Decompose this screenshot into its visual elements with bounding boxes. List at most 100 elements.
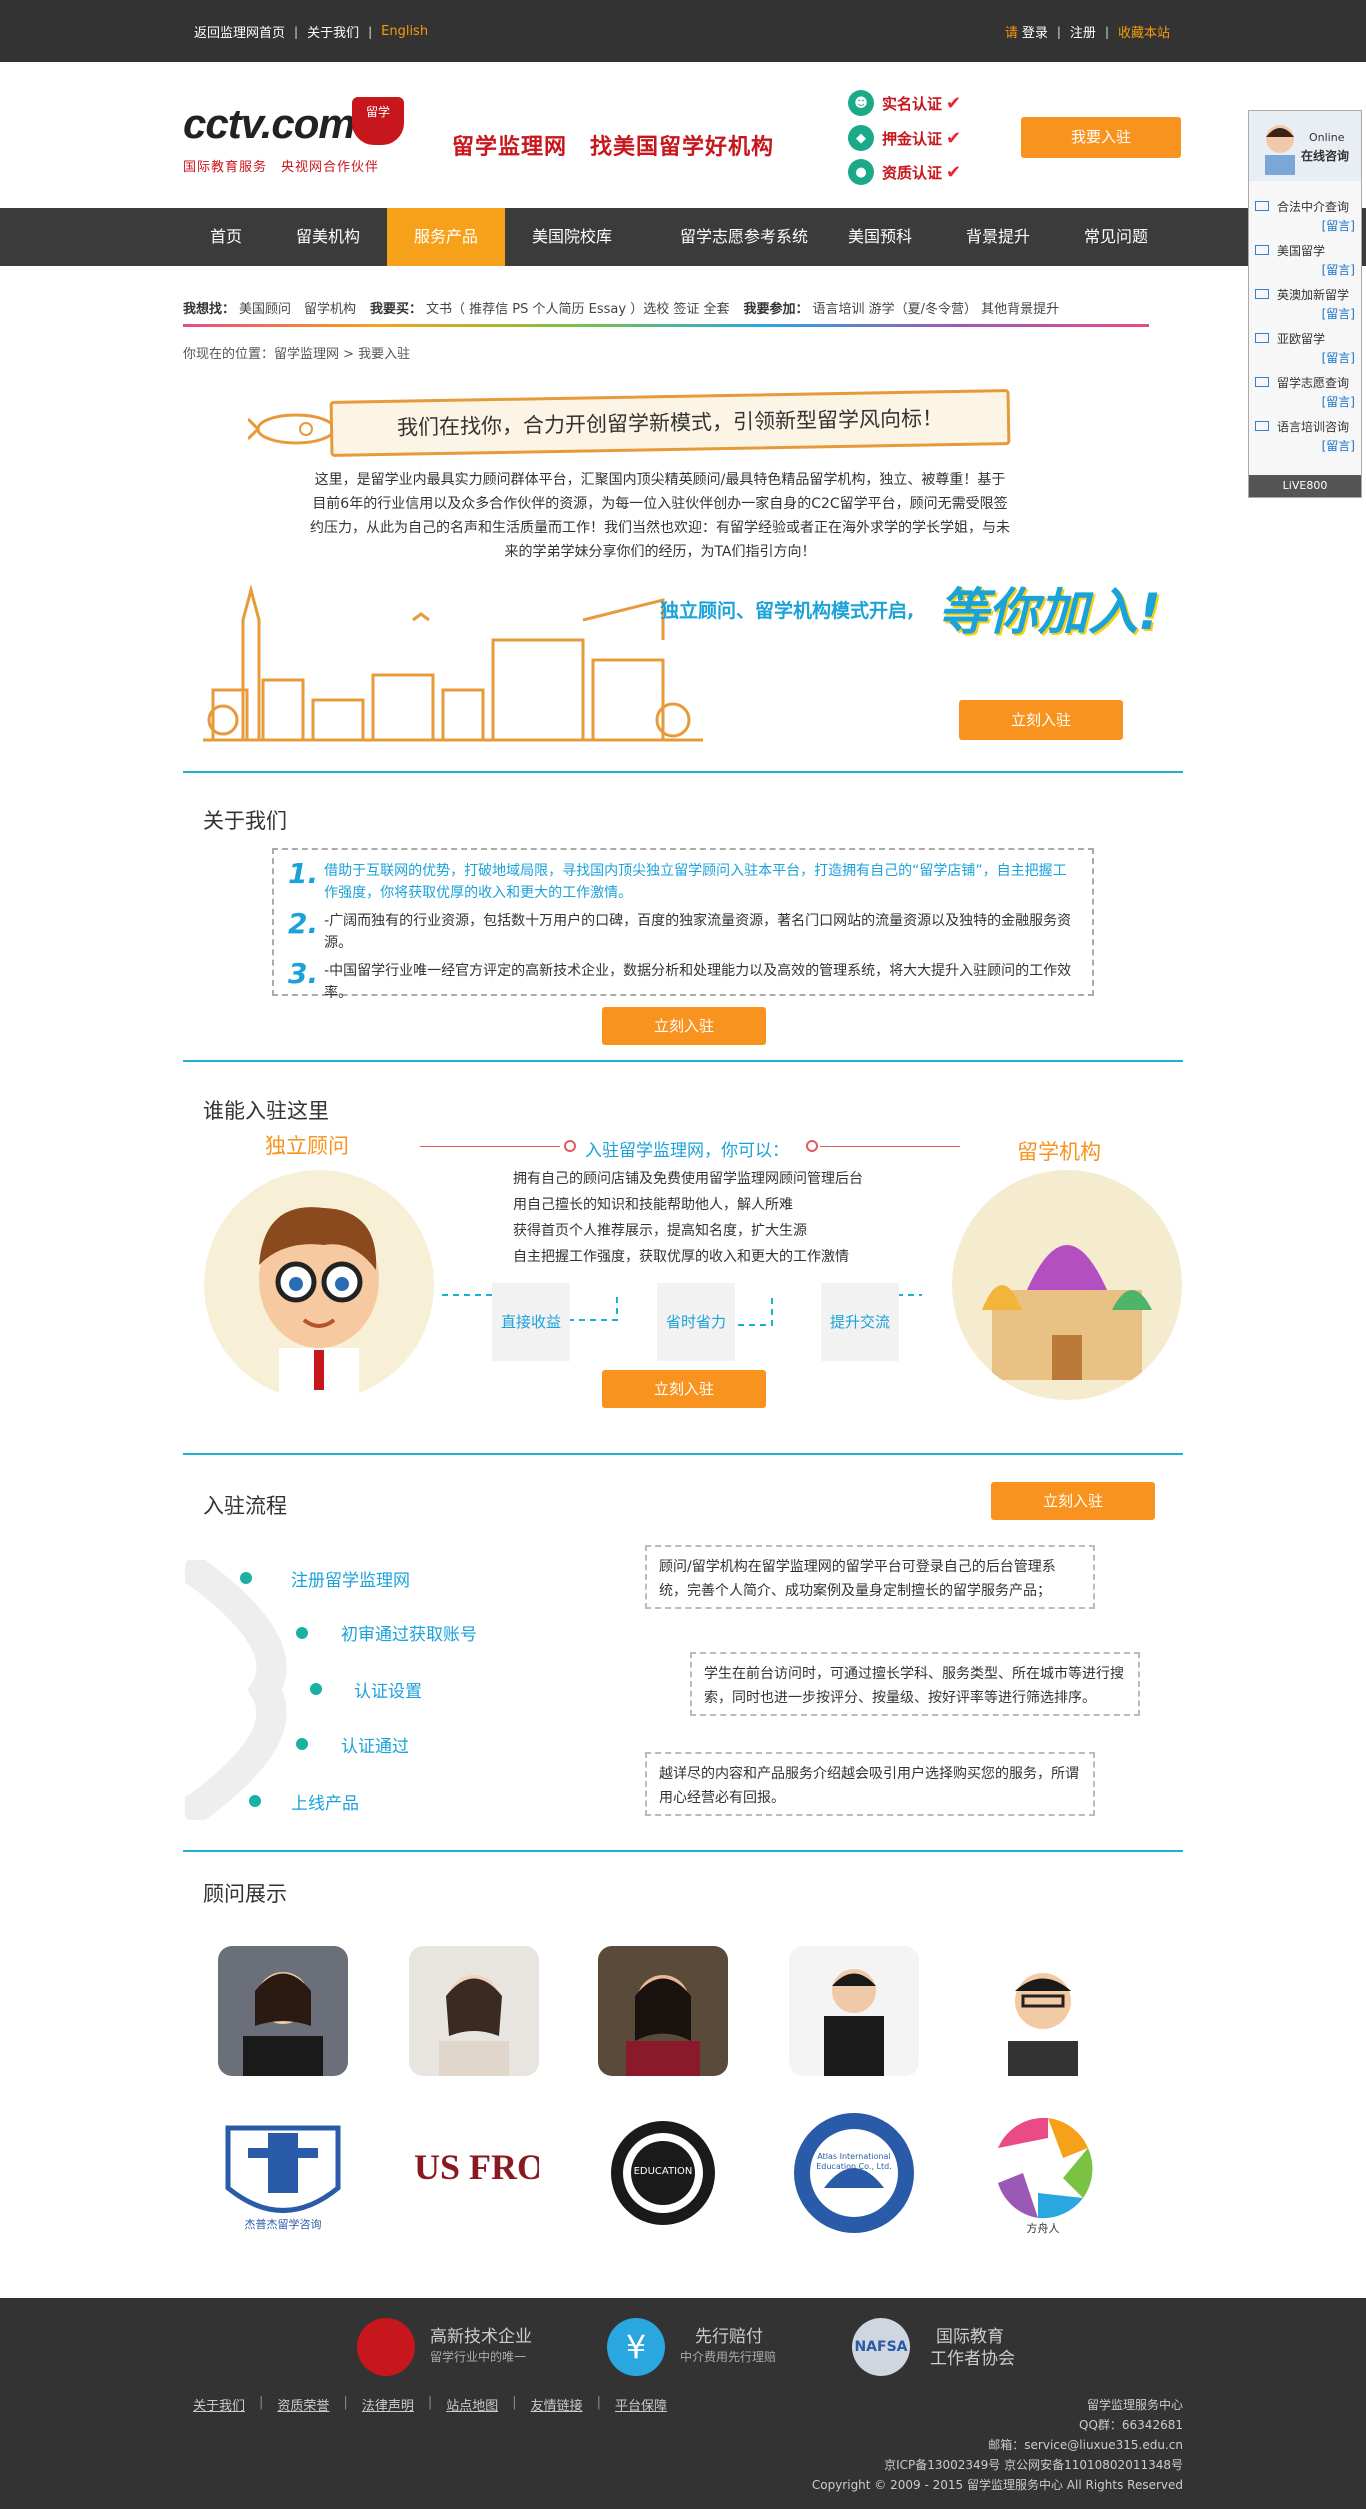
- item-number: 2.: [288, 907, 319, 940]
- item-text: -广阔而独有的行业资源，包括数十万用户的口碑，百度的独家流量资源，著名门口网站的…: [324, 913, 1072, 951]
- divider: |: [596, 2395, 602, 2410]
- divider: |: [368, 24, 373, 39]
- consult-item[interactable]: 英澳加新留学: [1249, 283, 1361, 305]
- nav-agencies[interactable]: 留美机构: [283, 208, 373, 266]
- advisor-avatar[interactable]: [218, 1946, 348, 2076]
- flow-step-2: 初审通过获取账号: [341, 1625, 477, 1645]
- envelope-icon: [1255, 421, 1269, 431]
- consult-item[interactable]: 留学志愿查询: [1249, 371, 1361, 393]
- flow-step-4: 认证通过: [341, 1737, 409, 1757]
- nav-home[interactable]: 首页: [190, 208, 262, 266]
- section-divider: [183, 1850, 1183, 1852]
- flow-dot: [296, 1738, 308, 1750]
- footer-link[interactable]: 友情链接: [531, 2395, 583, 2414]
- message-link[interactable]: [留言]: [1249, 261, 1361, 283]
- login-link[interactable]: 登录: [1022, 22, 1048, 41]
- rainbow-divider: [183, 324, 1149, 327]
- envelope-icon: [1255, 245, 1269, 255]
- consult-item-label: 亚欧留学: [1277, 331, 1326, 346]
- flow-dot: [296, 1627, 308, 1639]
- shield-icon: ◆: [848, 125, 874, 151]
- footer-link[interactable]: 平台保障: [615, 2395, 667, 2414]
- consult-header[interactable]: Online 在线咨询: [1249, 111, 1361, 181]
- nav-background[interactable]: 背景提升: [952, 208, 1044, 266]
- header-join-button[interactable]: 我要入驻: [1021, 117, 1181, 158]
- hightech-badge-icon: [357, 2318, 415, 2376]
- main-nav: 首页 留美机构 服务产品 美国院校库 留学志愿参考系统 美国预科 背景提升 常见…: [0, 208, 1366, 266]
- message-link[interactable]: [留言]: [1249, 393, 1361, 415]
- nav-schools[interactable]: 美国院校库: [520, 208, 624, 266]
- partner-logo-1[interactable]: 杰普杰留学咨询: [218, 2108, 348, 2238]
- cert-label: 押金认证: [882, 129, 943, 148]
- live800-logo: LiVE800: [1249, 475, 1361, 497]
- message-link[interactable]: [留言]: [1249, 437, 1361, 459]
- cert-deposit: ◆ 押金认证 ✔: [848, 125, 961, 151]
- partner-logo-2[interactable]: US FRONTIER STUDIO: [409, 2108, 539, 2238]
- badge-sub: 中介费用先行理赔: [680, 2350, 777, 2364]
- cert-qualification: ● 资质认证 ✔: [848, 159, 961, 185]
- footer-info-line: QQ群：66342681: [1079, 2418, 1183, 2432]
- cctv-logo[interactable]: cctv.com: [183, 100, 356, 148]
- footer-link[interactable]: 法律声明: [362, 2395, 414, 2414]
- footer-info-line: 留学监理服务中心: [1086, 2398, 1183, 2412]
- join-slogan: 独立顾问、留学机构模式开启,: [660, 600, 915, 622]
- buy-values[interactable]: 文书（ 推荐信 PS 个人简历 Essay ）选校 签证 全套: [426, 298, 729, 317]
- footer-links: 关于我们 | 资质荣誉 | 法律声明 | 站点地图 | 友情链接 | 平台保障: [193, 2395, 667, 2414]
- footer-link[interactable]: 关于我们: [193, 2395, 245, 2414]
- consult-item[interactable]: 亚欧留学: [1249, 327, 1361, 349]
- footer-link[interactable]: 资质荣誉: [277, 2395, 329, 2414]
- partner-logo-text: EDUCATION: [633, 2166, 693, 2177]
- partner-logo-3[interactable]: EDUCATION: [598, 2108, 728, 2238]
- register-link[interactable]: 注册: [1070, 22, 1096, 41]
- section-divider: [183, 771, 1183, 773]
- message-link[interactable]: [留言]: [1249, 305, 1361, 327]
- partner-logo-4[interactable]: Atlas International Education Co., Ltd.: [789, 2108, 919, 2238]
- consult-item[interactable]: 美国留学: [1249, 239, 1361, 261]
- benefit-direct-income: 直接收益: [492, 1283, 570, 1361]
- badge-text: 留学: [365, 105, 390, 119]
- search-tags-bar: 我想找： 美国顾问 留学机构 我要买： 文书（ 推荐信 PS 个人简历 Essa…: [183, 287, 1149, 327]
- consult-item[interactable]: 合法中介查询: [1249, 195, 1361, 217]
- consult-item-label: 美国留学: [1277, 243, 1326, 258]
- check-icon: ✔: [946, 161, 962, 183]
- message-link[interactable]: [留言]: [1249, 349, 1361, 371]
- nav-reference[interactable]: 留学志愿参考系统: [652, 208, 836, 266]
- divider: |: [343, 2395, 348, 2410]
- flow-box-2: 学生在前台访问时，可通过擅长学科、服务类型、所在城市等进行搜索，同时也进一步按评…: [690, 1652, 1140, 1716]
- flow-step-5: 上线产品: [291, 1794, 359, 1814]
- badge-title: 高新技术企业: [430, 2327, 532, 2347]
- check-icon: ✔: [946, 92, 962, 114]
- flow-join-button[interactable]: 立刻入驻: [991, 1482, 1155, 1520]
- badge-sub: 留学行业中的唯一: [430, 2350, 527, 2364]
- logo-subtitle: 国际教育服务 央视网合作伙伴: [183, 160, 380, 175]
- nav-faq[interactable]: 常见问题: [1070, 208, 1162, 266]
- breadcrumb: 你现在的位置：留学监理网 > 我要入驻: [183, 347, 411, 362]
- about-link[interactable]: 关于我们: [307, 22, 359, 41]
- advisor-avatar[interactable]: [978, 1946, 1108, 2076]
- bookmark-link[interactable]: 收藏本站: [1118, 22, 1170, 41]
- envelope-icon: [1255, 201, 1269, 211]
- flow-box-1: 顾问/留学机构在留学监理网的留学平台可登录自己的后台管理系统，完善个人简介、成功…: [645, 1545, 1095, 1609]
- home-link[interactable]: 返回监理网首页: [194, 22, 285, 41]
- nav-services[interactable]: 服务产品: [387, 208, 505, 266]
- site-slogan: 留学监理网 找美国留学好机构: [452, 135, 775, 160]
- find-values[interactable]: 美国顾问 留学机构: [239, 298, 356, 317]
- section-divider: [183, 1060, 1183, 1062]
- partner-logo-5[interactable]: 方舟人: [978, 2108, 1108, 2238]
- advisor-avatar[interactable]: [598, 1946, 728, 2076]
- advisor-avatar[interactable]: [789, 1946, 919, 2076]
- join-values[interactable]: 语言培训 游学（夏/冬令营） 其他背景提升: [813, 298, 1060, 317]
- message-link[interactable]: [留言]: [1249, 217, 1361, 239]
- consult-item[interactable]: 语言培训咨询: [1249, 415, 1361, 437]
- about-item-3: 3. -中国留学行业唯一经官方评定的高新技术企业，数据分析和处理能力以及高效的管…: [288, 960, 1078, 1004]
- top-left-links: 返回监理网首页 | 关于我们 | English: [194, 22, 428, 41]
- who-join-button[interactable]: 立刻入驻: [602, 1370, 766, 1408]
- who-title: 谁能入驻这里: [203, 1099, 329, 1123]
- english-link[interactable]: English: [381, 24, 428, 39]
- item-number: 1.: [288, 857, 319, 890]
- footer-link[interactable]: 站点地图: [446, 2395, 498, 2414]
- nav-prep[interactable]: 美国预科: [836, 208, 924, 266]
- hero-join-button[interactable]: 立刻入驻: [959, 700, 1123, 740]
- advisor-avatar[interactable]: [409, 1946, 539, 2076]
- about-join-button[interactable]: 立刻入驻: [602, 1007, 766, 1045]
